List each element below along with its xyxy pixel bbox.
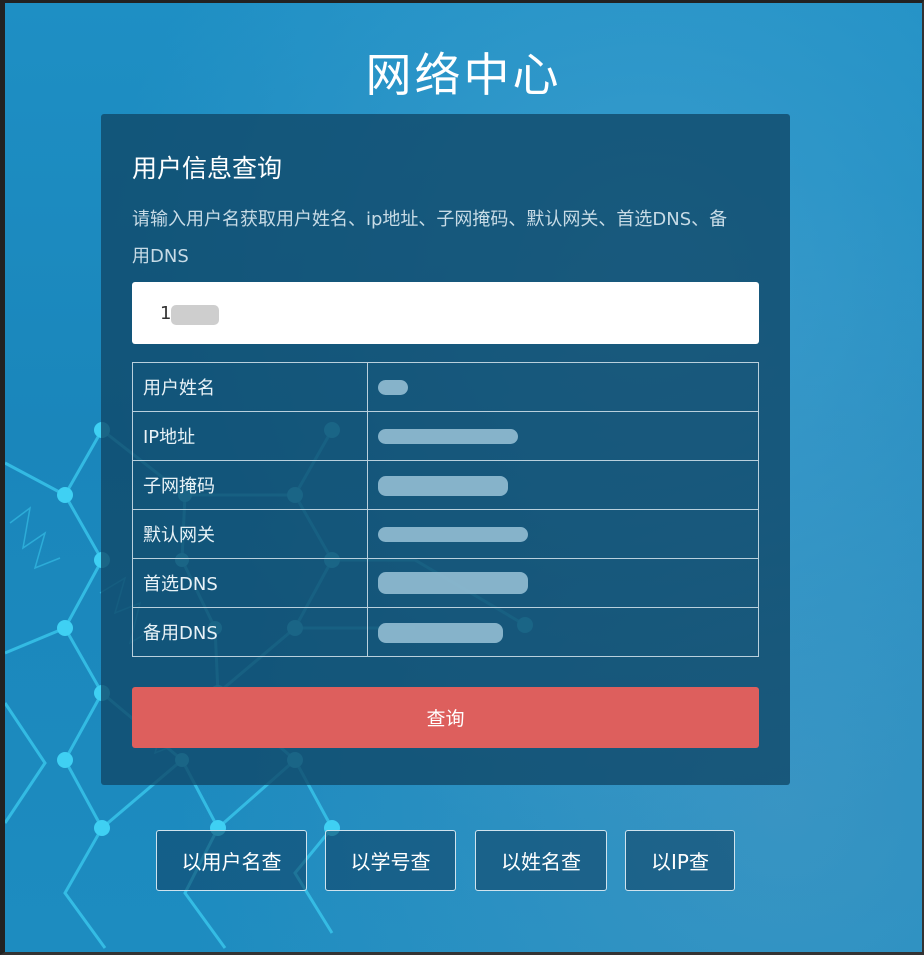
redacted-value-blur xyxy=(378,527,528,542)
table-row: IP地址 xyxy=(132,411,759,461)
row-value-ip xyxy=(367,411,759,461)
query-by-username-button[interactable]: 以用户名查 xyxy=(156,830,307,891)
query-button[interactable]: 查询 xyxy=(132,687,759,748)
page-frame: 网络中心 用户信息查询 请输入用户名获取用户姓名、ip地址、子网掩码、默认网关、… xyxy=(0,0,924,955)
query-by-name-button[interactable]: 以姓名查 xyxy=(475,830,607,891)
row-label-secondary-dns: 备用DNS xyxy=(132,607,368,657)
row-value-secondary-dns xyxy=(367,607,759,657)
redacted-value-blur xyxy=(378,380,408,395)
redacted-value-blur xyxy=(378,429,518,444)
redacted-value-blur xyxy=(378,622,503,643)
user-info-card: 用户信息查询 请输入用户名获取用户姓名、ip地址、子网掩码、默认网关、首选DNS… xyxy=(101,114,790,785)
table-row: 子网掩码 xyxy=(132,460,759,510)
row-label-subnet: 子网掩码 xyxy=(132,460,368,510)
card-description: 请输入用户名获取用户姓名、ip地址、子网掩码、默认网关、首选DNS、备用DNS xyxy=(132,209,728,267)
query-by-ip-button[interactable]: 以IP查 xyxy=(625,830,735,891)
username-search-input[interactable] xyxy=(132,282,759,344)
row-label-primary-dns: 首选DNS xyxy=(132,558,368,608)
table-row: 默认网关 xyxy=(132,509,759,559)
redacted-input-blur xyxy=(171,305,219,325)
table-row: 备用DNS xyxy=(132,607,759,657)
table-row: 用户姓名 xyxy=(132,362,759,412)
row-value-name xyxy=(367,362,759,412)
table-row: 首选DNS xyxy=(132,558,759,608)
card-title: 用户信息查询 xyxy=(132,154,283,183)
query-by-student-id-button[interactable]: 以学号查 xyxy=(325,830,456,891)
row-label-ip: IP地址 xyxy=(132,411,368,461)
row-label-name: 用户姓名 xyxy=(132,362,368,412)
page-title: 网络中心 xyxy=(365,48,562,102)
user-info-table: 用户姓名 IP地址 子网掩码 默认网关 首选DNS 备用DNS xyxy=(132,362,759,657)
row-label-gateway: 默认网关 xyxy=(132,509,368,559)
redacted-value-blur xyxy=(378,475,508,496)
row-value-subnet xyxy=(367,460,759,510)
row-value-primary-dns xyxy=(367,558,759,608)
row-value-gateway xyxy=(367,509,759,559)
redacted-value-blur xyxy=(378,572,528,594)
